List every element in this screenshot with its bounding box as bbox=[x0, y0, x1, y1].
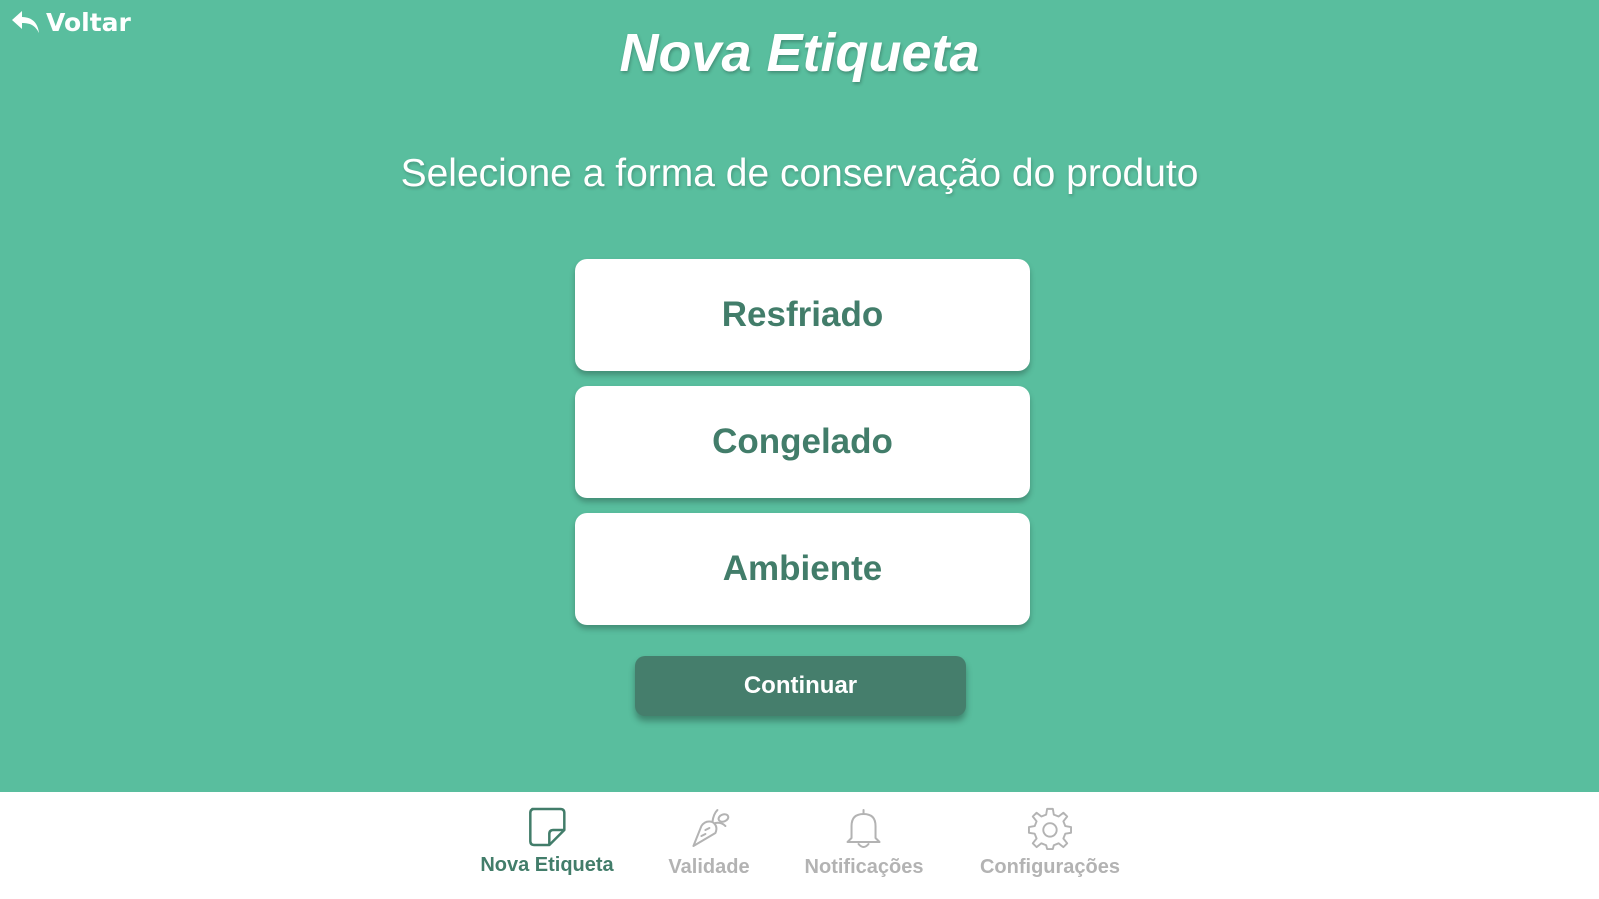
nav-label: Notificações bbox=[804, 856, 924, 878]
page-title: Nova Etiqueta bbox=[619, 23, 980, 83]
option-ambiente-button[interactable]: Ambiente bbox=[575, 513, 1030, 625]
bottom-nav: Nova Etiqueta Validade Notificações Conf… bbox=[0, 792, 1599, 899]
screen: Voltar Nova Etiqueta Selecione a forma d… bbox=[0, 0, 1599, 899]
nav-item-nova-etiqueta[interactable]: Nova Etiqueta bbox=[480, 806, 614, 877]
bell-icon bbox=[844, 806, 884, 856]
conservation-options: Resfriado Congelado Ambiente bbox=[575, 259, 1030, 640]
option-resfriado-button[interactable]: Resfriado bbox=[575, 259, 1030, 371]
gear-icon bbox=[1027, 806, 1073, 856]
nav-label: Configurações bbox=[979, 856, 1121, 878]
nav-item-configuracoes[interactable]: Configurações bbox=[980, 806, 1120, 879]
sticky-note-icon bbox=[527, 806, 567, 854]
page-prompt: Selecione a forma de conservação do prod… bbox=[400, 152, 1199, 195]
continue-button[interactable]: Continuar bbox=[635, 656, 966, 716]
nav-label: Nova Etiqueta bbox=[480, 854, 614, 876]
carrot-icon bbox=[687, 806, 731, 856]
nav-label: Validade bbox=[668, 856, 750, 878]
nav-item-validade[interactable]: Validade bbox=[668, 806, 750, 879]
nav-item-notificacoes[interactable]: Notificações bbox=[804, 806, 924, 879]
option-congelado-button[interactable]: Congelado bbox=[575, 386, 1030, 498]
